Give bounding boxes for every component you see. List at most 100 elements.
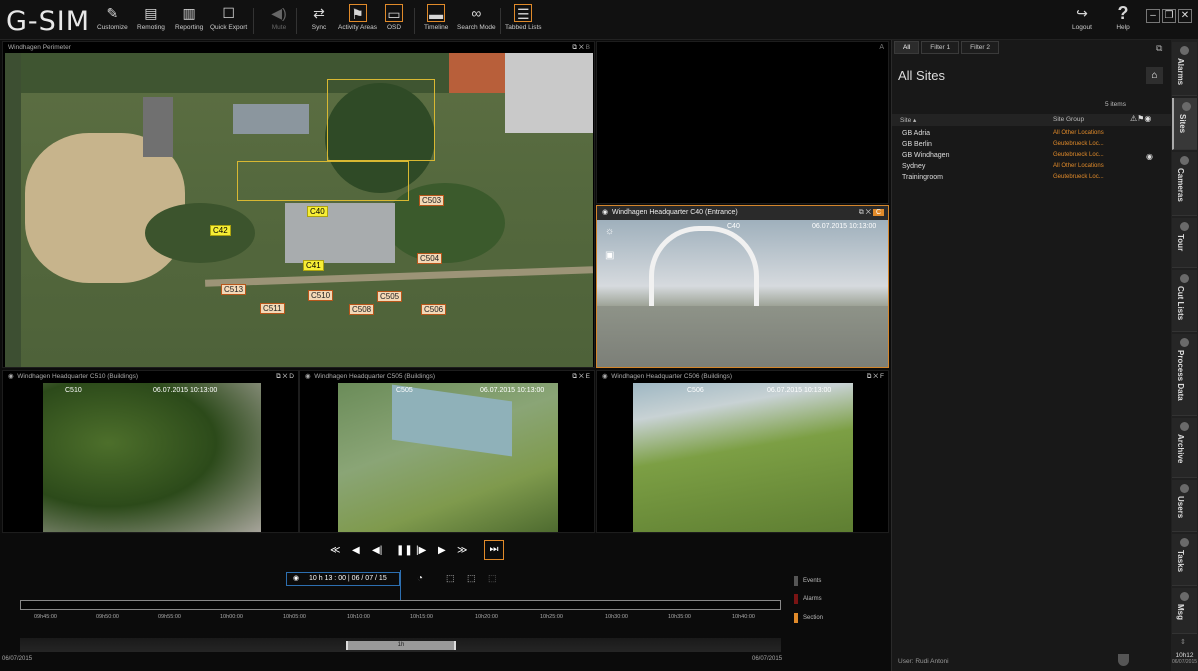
export-range-icon[interactable]: ⬚ (488, 573, 497, 584)
fast-forward-button[interactable]: ≫ (457, 545, 467, 556)
mute-button[interactable]: ◀) Mute (270, 4, 288, 31)
frame-forward-button[interactable]: |▶ (416, 545, 426, 556)
empty-pane-a[interactable]: A (596, 41, 889, 204)
range-end-icon[interactable]: ⬚ (467, 573, 476, 584)
table-row[interactable]: Sydney All Other Locations (892, 163, 1172, 173)
col-site[interactable]: Site ▴ (900, 116, 916, 124)
restore-button[interactable]: ❐ (1162, 9, 1176, 23)
cam-label-c510[interactable]: C510 (308, 290, 334, 301)
cam-label-c513[interactable]: C513 (221, 284, 247, 295)
sync-button[interactable]: ⇄ Sync (310, 4, 328, 31)
side-tab-cut-lists[interactable]: Cut Lists (1172, 270, 1197, 332)
timeline-tick: 10h00:00 (220, 614, 243, 620)
close-pane-icon[interactable]: ✕ (283, 373, 288, 380)
cam-label-c511[interactable]: C511 (260, 303, 285, 314)
clock-icon[interactable]: ◔ (417, 573, 423, 584)
table-row[interactable]: GB Adria All Other Locations (892, 130, 1172, 140)
maximize-icon[interactable]: ⧉ (572, 373, 577, 380)
tabbed-lists-button[interactable]: ☰ Tabbed Lists (505, 4, 542, 31)
range-start-icon[interactable]: ⬚ (446, 573, 455, 584)
col-site-group[interactable]: Site Group (1053, 116, 1084, 123)
cam-label-c505[interactable]: C505 (377, 291, 403, 302)
osd-button[interactable]: ▭ OSD (385, 4, 403, 31)
tennis-court (449, 53, 509, 93)
cam-label-c41[interactable]: C41 (303, 260, 324, 271)
scroll-arrows-icon[interactable]: ⇕ (1180, 638, 1186, 646)
side-tab-sites[interactable]: Sites (1172, 98, 1197, 150)
time-display[interactable]: ◉ 10 h 13 : 00 | 06 / 07 / 15 (286, 572, 400, 586)
aerial-map[interactable]: C40 C42 C41 C503 C504 C513 C511 C510 C50… (5, 53, 593, 367)
live-button[interactable]: ⏭ (484, 540, 504, 560)
tab-filter-1[interactable]: Filter 1 (921, 41, 960, 54)
cam-label-c503[interactable]: C503 (419, 195, 445, 206)
search-mode-button[interactable]: ∞ Search Mode (457, 4, 496, 31)
table-header: Site ▴ Site Group ⚠⚑◉ (892, 114, 1172, 126)
side-tab-archive[interactable]: Archive (1172, 418, 1197, 478)
snapshot-icon[interactable]: ▣ (605, 250, 614, 261)
play-button[interactable]: ▶ (438, 545, 446, 556)
close-pane-icon[interactable]: ✕ (579, 373, 584, 380)
tab-all[interactable]: All (894, 41, 920, 54)
eye-icon[interactable]: ◉ (602, 209, 608, 216)
tab-filter-2[interactable]: Filter 2 (961, 41, 999, 54)
activity-areas-button[interactable]: ⚑ Activity Areas (338, 4, 377, 31)
table-row[interactable]: GB Berlin Geutebrueck Loc... (892, 141, 1172, 151)
cam-label-c506[interactable]: C506 (421, 304, 447, 315)
video-pane-c510[interactable]: ◉ Windhagen Headquarter C510 (Buildings)… (2, 370, 299, 533)
clock-time: 10h12 (1175, 652, 1194, 659)
logout-button[interactable]: ↪ Logout (1072, 4, 1092, 31)
close-pane-icon[interactable]: ✕ (579, 44, 584, 51)
map-pane[interactable]: Windhagen Perimeter ⧉ ✕ B C40 C42 C41 C5… (2, 41, 595, 368)
fast-rewind-button[interactable]: ≪ (330, 545, 340, 556)
video-pane-c506[interactable]: ◉ Windhagen Headquarter C506 (Buildings)… (596, 370, 889, 533)
table-row[interactable]: GB Windhagen Geutebrueck Loc... ◉ (892, 152, 1172, 162)
side-tab-tour[interactable]: Tour (1172, 218, 1197, 268)
cam-label-c40[interactable]: C40 (307, 206, 328, 217)
close-button[interactable]: ✕ (1178, 9, 1192, 23)
table-row[interactable]: Trainingroom Geutebrueck Loc... (892, 174, 1172, 184)
eye-icon[interactable]: ◉ (602, 373, 608, 380)
reporting-button[interactable]: ▥ Reporting (175, 4, 203, 31)
sun-icon[interactable]: ☼ (605, 226, 614, 237)
pane-title: Windhagen Headquarter C505 (Buildings) (314, 373, 435, 380)
remoting-button[interactable]: ▤ Remoting (137, 4, 165, 31)
cam-label-c42[interactable]: C42 (210, 225, 231, 236)
customize-button[interactable]: ✎ Customize (97, 4, 128, 31)
frame-back-button[interactable]: ◀| (372, 545, 382, 556)
zoom-range-handle[interactable]: 1h (346, 641, 456, 650)
step-back-button[interactable]: ◀ (352, 545, 360, 556)
eye-icon[interactable]: ◉ (305, 373, 311, 380)
side-tab-cameras[interactable]: Cameras (1172, 152, 1197, 216)
close-pane-icon[interactable]: ✕ (866, 209, 871, 216)
side-tab-tasks[interactable]: Tasks (1172, 534, 1197, 586)
timeline-button[interactable]: ▬ Timeline (424, 4, 448, 31)
timeline-ruler[interactable] (20, 600, 781, 610)
side-tab-msg[interactable]: Msg (1172, 588, 1197, 634)
eye-icon[interactable]: ◉ (293, 573, 299, 585)
toolbar-divider (296, 8, 297, 34)
eye-icon[interactable]: ◉ (1144, 114, 1151, 123)
maximize-icon[interactable]: ⧉ (276, 373, 281, 380)
home-button[interactable]: ⌂ (1146, 67, 1163, 84)
side-tab-users[interactable]: Users (1172, 480, 1197, 532)
video-pane-c40[interactable]: ◉ Windhagen Headquarter C40 (Entrance) ⧉… (596, 205, 889, 368)
detach-icon[interactable]: ⧉ (1156, 43, 1162, 54)
status-dot-icon (1180, 338, 1189, 347)
eye-icon[interactable]: ◉ (8, 373, 14, 380)
side-tab-process-data[interactable]: Process Data (1172, 334, 1197, 416)
cam-label-c504[interactable]: C504 (417, 253, 443, 264)
minimize-button[interactable]: – (1146, 9, 1160, 23)
close-pane-icon[interactable]: ✕ (873, 373, 878, 380)
quick-export-button[interactable]: ☐ Quick Export (210, 4, 247, 31)
eye-icon[interactable]: ◉ (1146, 152, 1153, 161)
side-tab-alarms[interactable]: Alarms (1172, 42, 1197, 96)
timeline-tick: 10h40:00 (732, 614, 755, 620)
maximize-icon[interactable]: ⧉ (859, 209, 864, 216)
maximize-icon[interactable]: ⧉ (867, 373, 872, 380)
maximize-icon[interactable]: ⧉ (572, 44, 577, 51)
video-pane-c505[interactable]: ◉ Windhagen Headquarter C505 (Buildings)… (299, 370, 595, 533)
help-button[interactable]: ? Help (1114, 4, 1132, 31)
cam-label-c508[interactable]: C508 (349, 304, 375, 315)
osd-timestamp: 06.07.2015 10:13:00 (767, 387, 832, 394)
pause-button[interactable]: ❚❚ (396, 545, 413, 556)
